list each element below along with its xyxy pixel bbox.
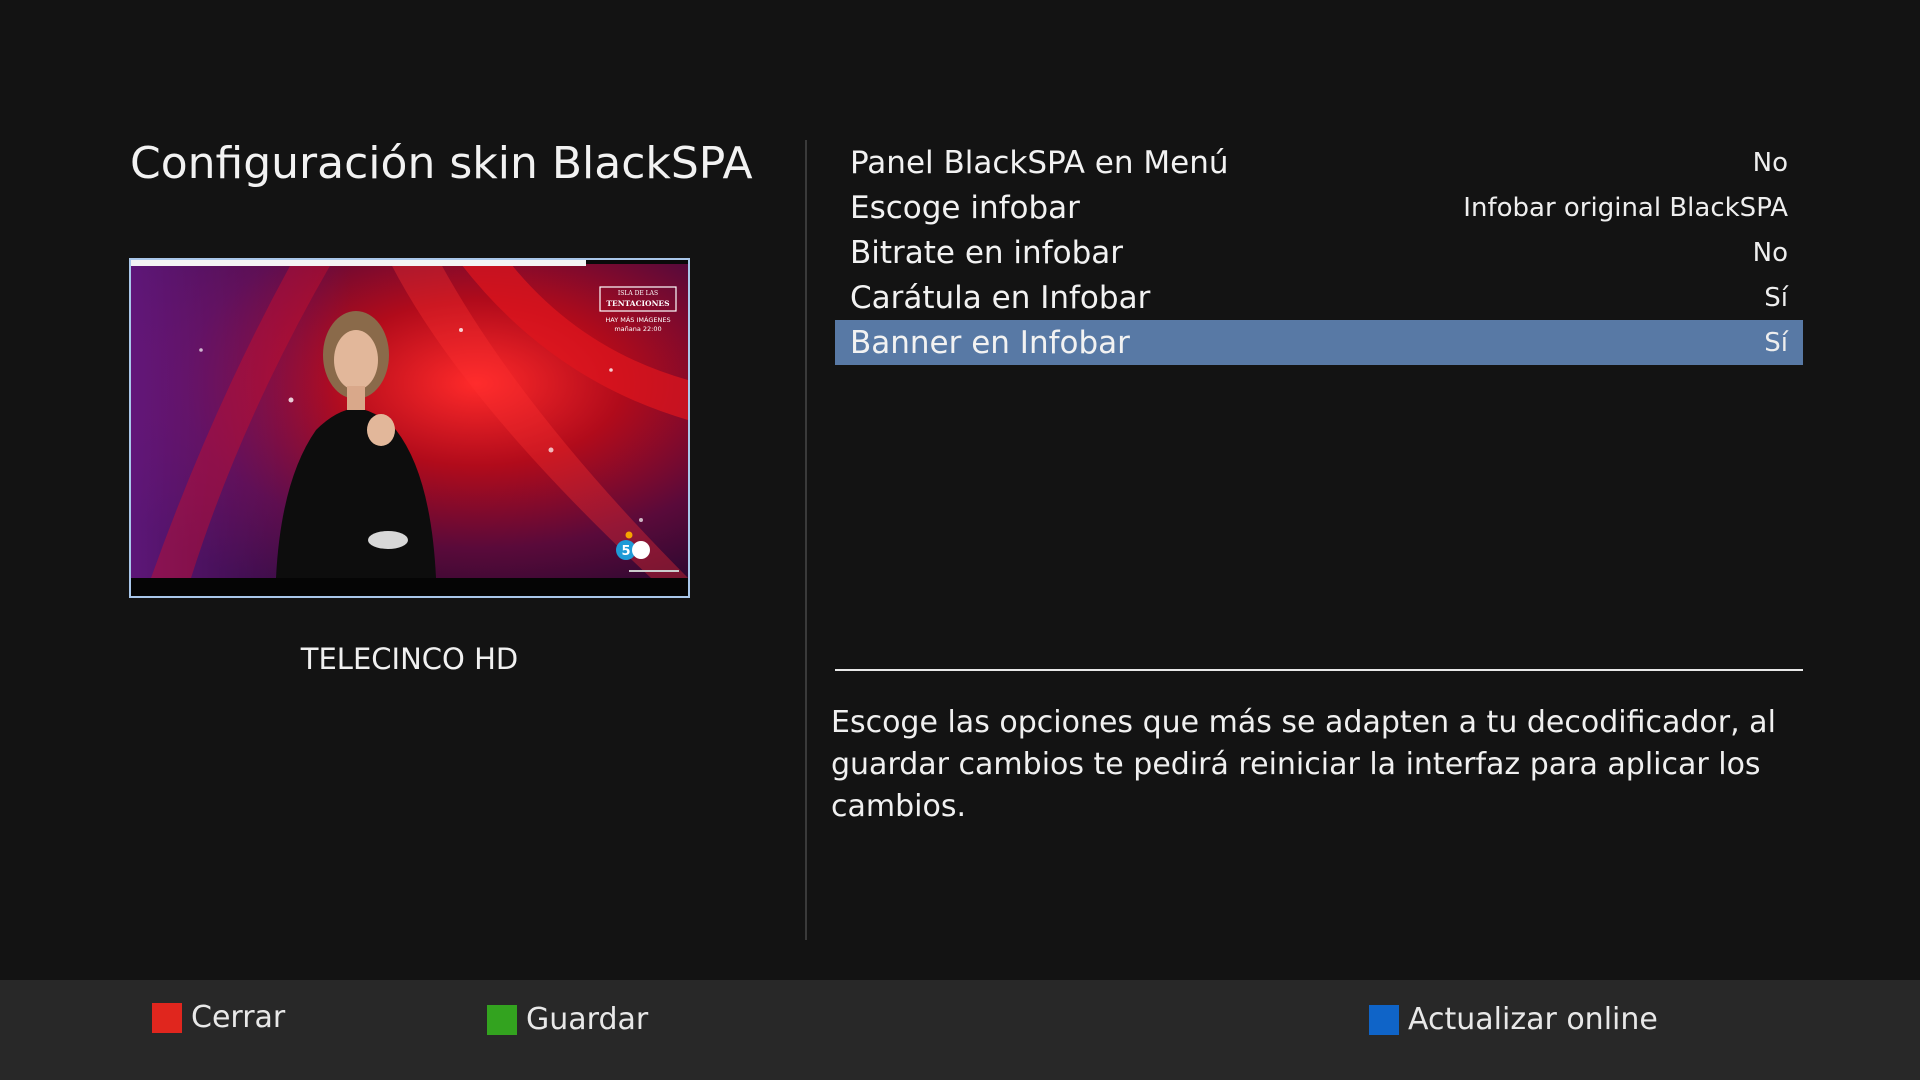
red-key-icon <box>152 1002 182 1033</box>
settings-list: Panel BlackSPA en Menú No Escoge infobar… <box>835 140 1803 365</box>
setting-label: Banner en Infobar <box>850 324 1130 361</box>
update-online-button[interactable]: Actualizar online <box>1369 1002 1658 1037</box>
setting-value: No <box>1752 147 1788 178</box>
horizontal-divider <box>835 669 1803 671</box>
setting-row-panel-menu[interactable]: Panel BlackSPA en Menú No <box>835 140 1803 185</box>
page-title: Configuración skin BlackSPA <box>130 138 753 189</box>
setting-row-cover-infobar[interactable]: Carátula en Infobar Sí <box>835 275 1803 320</box>
setting-value: Infobar original BlackSPA <box>1463 192 1788 223</box>
setting-row-banner-infobar[interactable]: Banner en Infobar Sí <box>835 320 1803 365</box>
update-online-button-label: Actualizar online <box>1408 1002 1658 1037</box>
channel-name: TELECINCO HD <box>300 642 519 676</box>
green-key-icon <box>487 1004 517 1035</box>
setting-row-bitrate-infobar[interactable]: Bitrate en infobar No <box>835 230 1803 275</box>
save-button-label: Guardar <box>526 1002 649 1037</box>
overlay-text-4: mañana 22:00 <box>614 325 661 333</box>
help-description: Escoge las opciones que más se adapten a… <box>831 705 1776 824</box>
close-button-label: Cerrar <box>191 1000 286 1035</box>
screen: Configuración skin BlackSPA ISLA DE LAS … <box>0 0 1920 1080</box>
overlay-text-1: ISLA DE LAS <box>618 290 658 297</box>
blue-key-icon <box>1369 1004 1399 1035</box>
save-button[interactable]: Guardar <box>487 1002 648 1037</box>
overlay-text-3: HAY MÁS IMÁGENES <box>605 315 670 324</box>
setting-label: Carátula en Infobar <box>850 279 1151 316</box>
tv-preview-image: ISLA DE LAS TENTACIONES HAY MÁS IMÁGENES… <box>131 260 688 596</box>
setting-label: Bitrate en infobar <box>850 234 1123 271</box>
setting-value: Sí <box>1764 327 1788 358</box>
setting-label: Escoge infobar <box>850 189 1080 226</box>
setting-label: Panel BlackSPA en Menú <box>850 144 1229 181</box>
close-button[interactable]: Cerrar <box>152 1000 285 1035</box>
channel-logo-text: 5 <box>621 544 630 559</box>
setting-value: Sí <box>1764 282 1788 313</box>
setting-value: No <box>1752 237 1788 268</box>
footer-bar: Cerrar Guardar Actualizar online <box>0 980 1920 1080</box>
setting-row-infobar-choice[interactable]: Escoge infobar Infobar original BlackSPA <box>835 185 1803 230</box>
vertical-divider <box>805 140 807 940</box>
overlay-text-2: TENTACIONES <box>606 299 669 308</box>
tv-preview: ISLA DE LAS TENTACIONES HAY MÁS IMÁGENES… <box>129 258 690 598</box>
